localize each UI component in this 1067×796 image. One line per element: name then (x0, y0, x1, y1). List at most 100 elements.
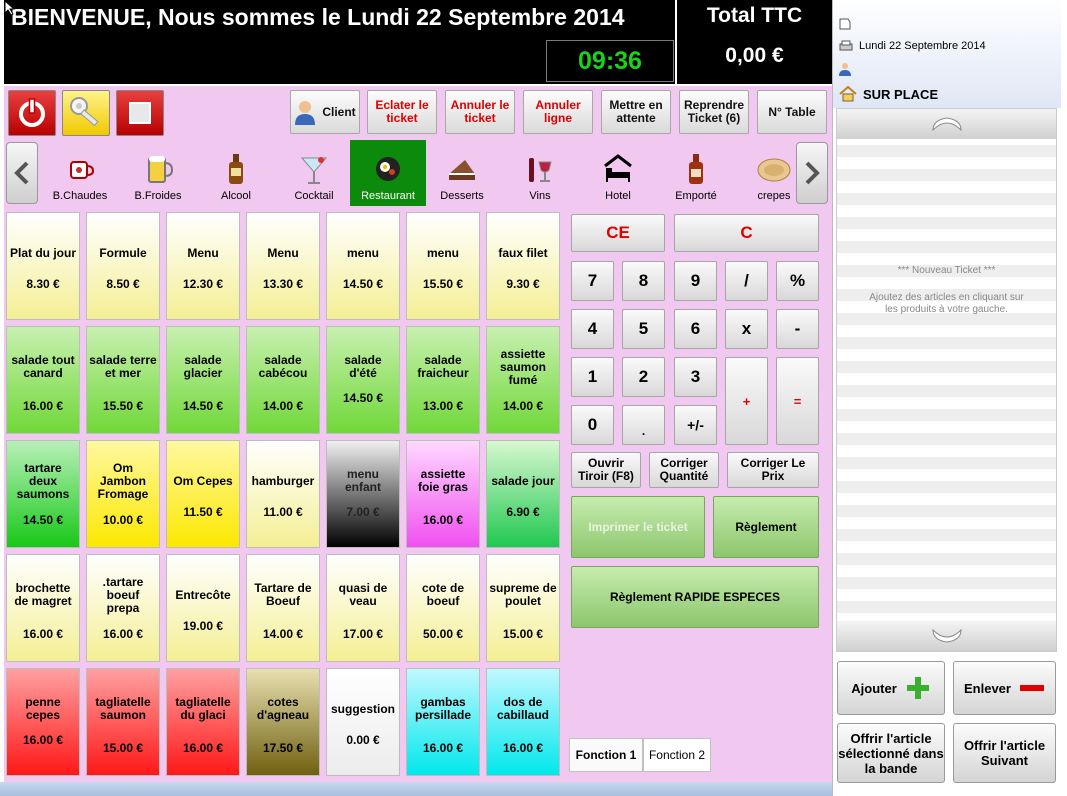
new-ticket-text: *** Nouveau Ticket *** (897, 265, 996, 276)
ajouter-button[interactable]: Ajouter (837, 661, 945, 715)
category-emport-[interactable]: Emporté (658, 140, 734, 206)
key-0[interactable]: 0 (571, 405, 614, 445)
product-tile[interactable]: suggestion 0.00 € (326, 668, 400, 776)
product-tile[interactable]: Menu 13.30 € (246, 212, 320, 320)
product-tile[interactable]: Tartare de Boeuf 14.00 € (246, 554, 320, 662)
category-desserts[interactable]: Desserts (424, 140, 500, 206)
product-tile[interactable]: tagliatelle du glaci 16.00 € (166, 668, 240, 776)
key-4[interactable]: 4 (571, 309, 614, 349)
product-tile[interactable]: salade jour 6.90 € (486, 440, 560, 548)
product-tile[interactable]: salade d'été 14.50 € (326, 326, 400, 434)
product-tile[interactable]: penne cepes 16.00 € (6, 668, 80, 776)
ticket-lines[interactable]: *** Nouveau Ticket *** Ajoutez des artic… (836, 108, 1057, 652)
reglement-button[interactable]: Règlement (713, 496, 819, 558)
offrir-suivant-button[interactable]: Offrir l'article Suivant (953, 723, 1056, 783)
mettre-en-attente-button[interactable]: Mettre en attente (601, 90, 671, 134)
key-equals[interactable]: = (776, 357, 819, 445)
eclater-ticket-button[interactable]: Eclater le ticket (367, 90, 437, 134)
reglement-rapide-button[interactable]: Règlement RAPIDE ESPECES (571, 566, 819, 628)
imprimer-ticket-button[interactable]: Imprimer le ticket (571, 496, 705, 558)
ouvrir-tiroir-button[interactable]: Ouvrir Tiroir (F8) (571, 452, 641, 488)
annuler-ticket-button[interactable]: Annuler le ticket (445, 90, 515, 134)
table-number-button[interactable]: N° Table (757, 90, 827, 134)
key-3[interactable]: 3 (674, 357, 717, 397)
category-alcool[interactable]: Alcool (198, 140, 274, 206)
chevron-down-icon (931, 628, 962, 643)
crepe-icon (757, 158, 791, 182)
product-tile[interactable]: cote de boeuf 50.00 € (406, 554, 480, 662)
product-tile[interactable]: faux filet 9.30 € (486, 212, 560, 320)
keys-button[interactable] (62, 90, 110, 136)
product-tile[interactable]: tagliatelle saumon 15.00 € (86, 668, 160, 776)
product-tile[interactable]: salade glacier 14.50 € (166, 326, 240, 434)
key-percent[interactable]: % (776, 261, 819, 301)
key-plus-minus[interactable]: +/- (674, 405, 717, 445)
bed-icon (604, 154, 632, 182)
category-restaurant[interactable]: Restaurant (350, 140, 426, 206)
product-price: 16.00 € (22, 627, 64, 641)
product-tile[interactable]: brochette de magret 16.00 € (6, 554, 80, 662)
product-tile[interactable]: assiette foie gras 16.00 € (406, 440, 480, 548)
product-tile[interactable]: salade fraicheur 13.00 € (406, 326, 480, 434)
enlever-button[interactable]: Enlever (953, 661, 1056, 715)
product-tile[interactable]: hamburger 11.00 € (246, 440, 320, 548)
category-cocktail[interactable]: Cocktail (276, 140, 352, 206)
product-tile[interactable]: .tartare boeuf prepa 16.00 € (86, 554, 160, 662)
key-minus[interactable]: - (776, 309, 819, 349)
key-1[interactable]: 1 (571, 357, 614, 397)
key-8[interactable]: 8 (622, 261, 665, 301)
category-b-froides[interactable]: B.Froides (120, 140, 196, 206)
product-tile[interactable]: Menu 12.30 € (166, 212, 240, 320)
product-tile[interactable]: menu enfant 7.00 € (326, 440, 400, 548)
product-tile[interactable]: Entrecôte 19.00 € (166, 554, 240, 662)
ticket-scroll-down[interactable] (837, 621, 1056, 651)
tab-fonction-1[interactable]: Fonction 1 (569, 738, 643, 772)
key-6[interactable]: 6 (674, 309, 717, 349)
c-key[interactable]: C (674, 214, 819, 252)
reprendre-ticket-button[interactable]: Reprendre Ticket (6) (679, 90, 749, 134)
product-tile[interactable]: Formule 8.50 € (86, 212, 160, 320)
category-vins[interactable]: Vins (502, 140, 578, 206)
product-name: .tartare boeuf prepa (102, 574, 144, 615)
product-tile[interactable]: dos de cabillaud 16.00 € (486, 668, 560, 776)
annuler-ligne-button[interactable]: Annuler ligne (523, 90, 593, 134)
product-tile[interactable]: tartare deux saumons 14.50 € (6, 440, 80, 548)
product-tile[interactable]: menu 14.50 € (326, 212, 400, 320)
category-hotel[interactable]: Hotel (580, 140, 656, 206)
product-tile[interactable]: quasi de veau 17.00 € (326, 554, 400, 662)
key-9[interactable]: 9 (674, 261, 717, 301)
corriger-quantite-button[interactable]: Corriger Quantité (649, 452, 719, 488)
product-tile[interactable]: salade cabécou 14.00 € (246, 326, 320, 434)
category-label: Desserts (440, 190, 484, 202)
key-5[interactable]: 5 (622, 309, 665, 349)
category-b-chaudes[interactable]: B.Chaudes (42, 140, 118, 206)
corriger-prix-button[interactable]: Corriger Le Prix (727, 452, 819, 488)
key-divide[interactable]: / (725, 261, 768, 301)
product-tile[interactable]: menu 15.50 € (406, 212, 480, 320)
category-prev-button[interactable] (6, 142, 38, 204)
offrir-selectionne-button[interactable]: Offrir l'article sélectionné dans la ban… (837, 723, 945, 783)
product-tile[interactable]: cotes d'agneau 17.50 € (246, 668, 320, 776)
product-tile[interactable]: salade terre et mer 15.50 € (86, 326, 160, 434)
power-button[interactable] (8, 90, 56, 136)
category-next-button[interactable] (796, 142, 828, 204)
category-label: crepes (757, 190, 791, 202)
key-7[interactable]: 7 (571, 261, 614, 301)
stop-button[interactable] (116, 90, 164, 136)
key-plus[interactable]: + (725, 357, 768, 445)
product-tile[interactable]: gambas persillade 16.00 € (406, 668, 480, 776)
product-tile[interactable]: Plat du jour 8.30 € (6, 212, 80, 320)
product-name: tagliatelle du glaci (175, 695, 231, 722)
tab-fonction-2[interactable]: Fonction 2 (643, 738, 711, 772)
key-2[interactable]: 2 (622, 357, 665, 397)
product-tile[interactable]: salade tout canard 16.00 € (6, 326, 80, 434)
client-button[interactable]: Client (290, 90, 360, 134)
product-tile[interactable]: supreme de poulet 15.00 € (486, 554, 560, 662)
product-tile[interactable]: Om Jambon Fromage 10.00 € (86, 440, 160, 548)
product-tile[interactable]: assiette saumon fumé 14.00 € (486, 326, 560, 434)
ticket-scroll-up[interactable] (837, 109, 1056, 139)
product-tile[interactable]: Om Cepes 11.50 € (166, 440, 240, 548)
key-multiply[interactable]: x (725, 309, 768, 349)
key-dot[interactable]: . (622, 405, 665, 445)
ce-key[interactable]: CE (571, 214, 665, 252)
